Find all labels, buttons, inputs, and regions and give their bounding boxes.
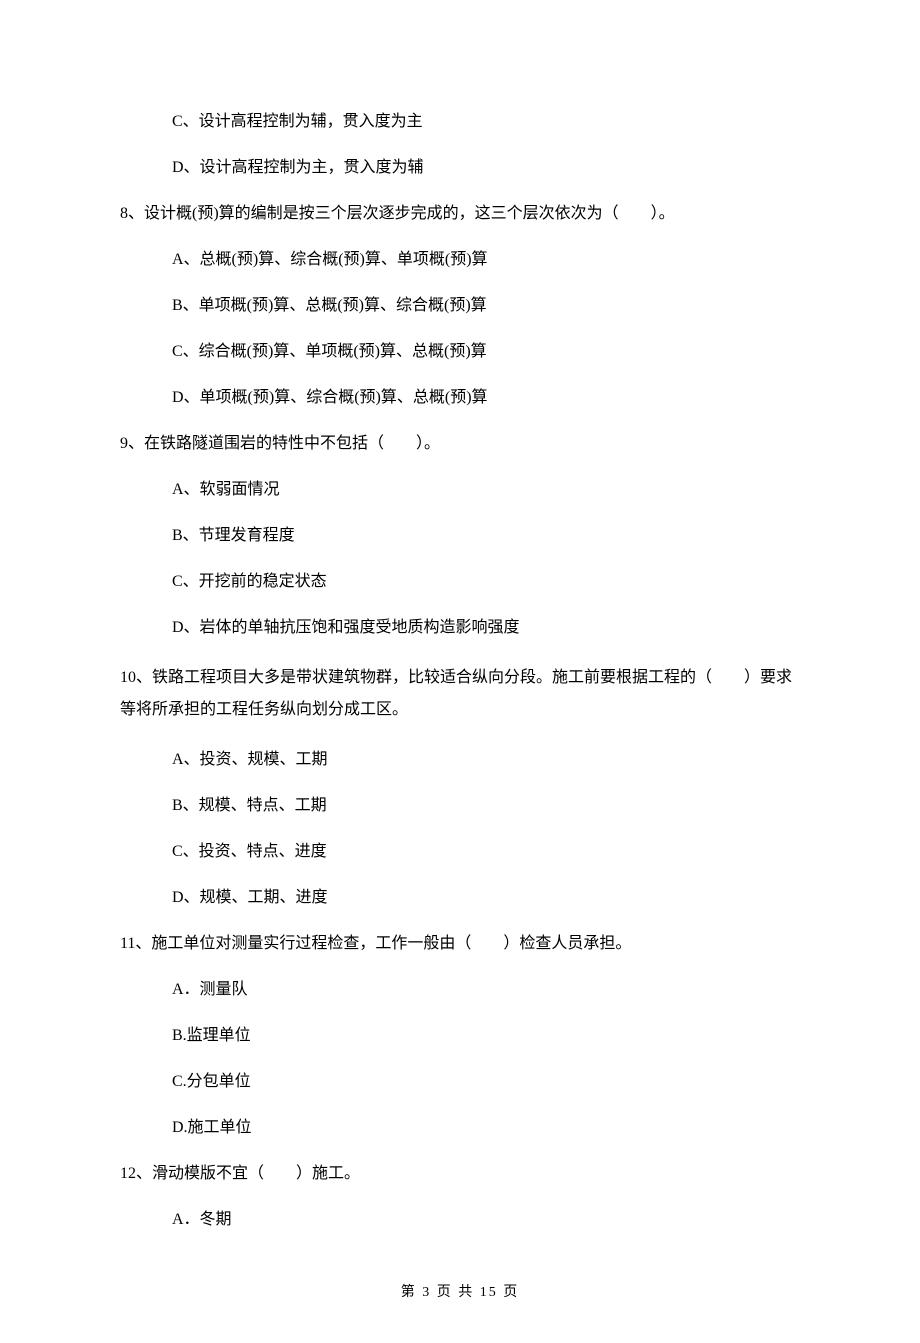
q9-option-d: D、岩体的单轴抗压饱和强度受地质构造影响强度 [120,616,800,640]
q10-option-c: C、投资、特点、进度 [120,840,800,864]
q8-option-b: B、单项概(预)算、总概(预)算、综合概(预)算 [120,294,800,318]
page-footer: 第 3 页 共 15 页 [120,1282,800,1303]
q7-option-d: D、设计高程控制为主，贯入度为辅 [120,156,800,180]
q11-option-c: C.分包单位 [120,1070,800,1094]
q9-stem: 9、在铁路隧道围岩的特性中不包括（ ）。 [120,432,800,456]
q9-option-c: C、开挖前的稳定状态 [120,570,800,594]
q9-option-b: B、节理发育程度 [120,524,800,548]
q11-option-b: B.监理单位 [120,1024,800,1048]
q10-option-a: A、投资、规模、工期 [120,748,800,772]
q8-stem: 8、设计概(预)算的编制是按三个层次逐步完成的，这三个层次依次为（ ）。 [120,202,800,226]
q12-stem: 12、滑动模版不宜（ ）施工。 [120,1162,800,1186]
q8-option-d: D、单项概(预)算、综合概(预)算、总概(预)算 [120,386,800,410]
q8-option-a: A、总概(预)算、综合概(预)算、单项概(预)算 [120,248,800,272]
q11-option-a: A．测量队 [120,978,800,1002]
q11-stem: 11、施工单位对测量实行过程检查，工作一般由（ ）检查人员承担。 [120,932,800,956]
q7-option-c: C、设计高程控制为辅，贯入度为主 [120,110,800,134]
q8-option-c: C、综合概(预)算、单项概(预)算、总概(预)算 [120,340,800,364]
q9-option-a: A、软弱面情况 [120,478,800,502]
q10-option-d: D、规模、工期、进度 [120,886,800,910]
q10-stem: 10、铁路工程项目大多是带状建筑物群，比较适合纵向分段。施工前要根据工程的（ ）… [120,662,800,726]
q11-option-d: D.施工单位 [120,1116,800,1140]
q12-option-a: A．冬期 [120,1208,800,1232]
q10-option-b: B、规模、特点、工期 [120,794,800,818]
